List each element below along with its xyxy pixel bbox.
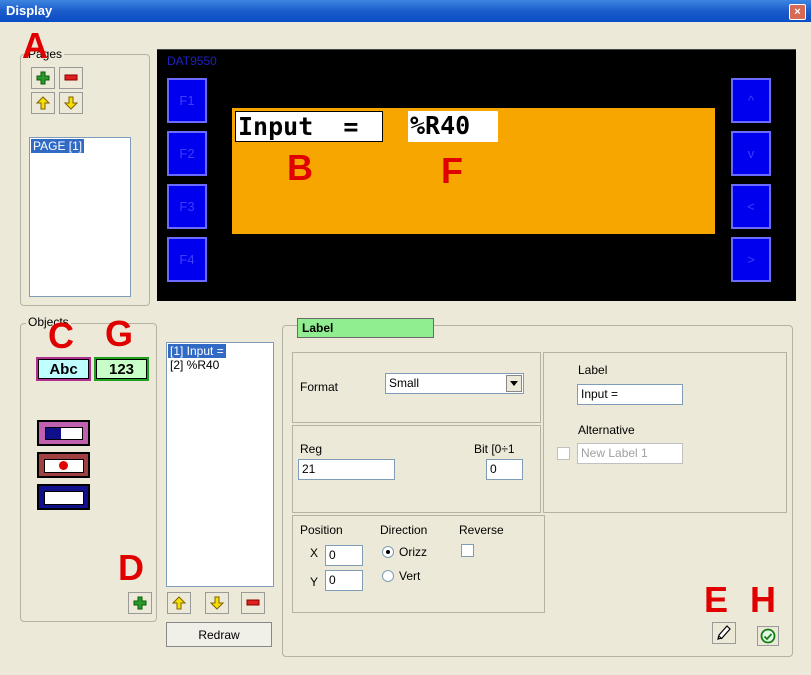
check-circle-icon — [760, 628, 776, 644]
format-select[interactable]: Small — [385, 373, 524, 394]
remove-page-button[interactable] — [59, 67, 83, 89]
orizz-radio[interactable] — [382, 546, 394, 558]
annotation-a: A — [22, 25, 48, 66]
lcd-key-f2[interactable]: F2 — [167, 131, 207, 176]
annotation-g: G — [105, 313, 134, 354]
lcd-key-down[interactable]: v — [731, 131, 771, 176]
y-label: Y — [310, 575, 319, 589]
add-text-object-button[interactable]: Abc — [36, 357, 91, 381]
add-bargraph-button[interactable] — [37, 420, 90, 446]
lcd-key-right[interactable]: > — [731, 237, 771, 282]
bit-label: Bit [0÷1 — [474, 442, 515, 456]
pencil-icon — [717, 625, 731, 640]
confirm-button[interactable] — [757, 626, 779, 646]
add-number-object-button[interactable]: 123 — [94, 357, 149, 381]
reverse-checkbox[interactable] — [461, 544, 474, 557]
list-item[interactable]: [2] %R40 — [168, 358, 272, 372]
annotation-c: C — [48, 315, 74, 356]
orizz-label: Orizz — [399, 545, 427, 559]
lcd-key-left[interactable]: < — [731, 184, 771, 229]
arrow-up-icon — [172, 596, 186, 610]
edit-button[interactable] — [712, 622, 736, 644]
annotation-d: D — [118, 547, 144, 588]
led-icon — [44, 459, 84, 473]
title-bar: Display × — [0, 0, 811, 22]
move-page-up-button[interactable] — [31, 92, 55, 114]
chevron-down-icon[interactable] — [506, 375, 522, 392]
remove-object-button[interactable] — [241, 592, 265, 614]
lcd-label-text: Input = — [238, 112, 359, 141]
lcd-model-label: DAT9550 — [167, 54, 217, 68]
vert-label: Vert — [399, 569, 421, 583]
plus-icon — [36, 71, 50, 85]
direction-label: Direction — [380, 523, 428, 537]
lcd-value-element[interactable]: %R40 — [408, 111, 498, 142]
move-object-up-button[interactable] — [167, 592, 191, 614]
position-label: Position — [300, 523, 343, 537]
minus-icon — [246, 599, 260, 606]
number-label: 123 — [108, 361, 135, 378]
vert-radio[interactable] — [382, 570, 394, 582]
close-button[interactable]: × — [789, 4, 806, 20]
alternative-label: Alternative — [578, 423, 635, 437]
lcd-key-f1[interactable]: F1 — [167, 78, 207, 123]
list-item[interactable]: [1] Input = — [168, 344, 226, 358]
label-label: Label — [578, 363, 608, 377]
arrow-down-icon — [210, 596, 224, 610]
lcd-key-f3[interactable]: F3 — [167, 184, 207, 229]
minus-icon — [64, 74, 78, 81]
lcd-key-f4[interactable]: F4 — [167, 237, 207, 282]
alternative-input[interactable]: New Label 1 — [577, 443, 683, 464]
lcd-top-line — [157, 49, 796, 55]
lcd-key-up[interactable]: ^ — [731, 78, 771, 123]
abc-label: Abc — [49, 361, 78, 378]
add-object-button[interactable] — [128, 592, 152, 614]
objects-list[interactable]: [1] Input = [2] %R40 — [166, 342, 274, 587]
lcd-value-text: %R40 — [410, 111, 471, 140]
add-frame-button[interactable] — [37, 484, 90, 510]
bargraph-icon — [45, 427, 83, 440]
reg-label: Reg — [300, 442, 323, 456]
arrow-down-icon — [64, 96, 78, 110]
window-title: Display — [6, 3, 53, 18]
annotation-h: H — [750, 579, 776, 620]
annotation-b: B — [287, 147, 313, 188]
properties-header: Label — [297, 318, 434, 338]
reg-input[interactable]: 21 — [298, 459, 395, 480]
redraw-label: Redraw — [198, 627, 240, 642]
lcd-label-element[interactable]: Input = — [235, 111, 383, 142]
add-led-button[interactable] — [37, 452, 90, 478]
x-input[interactable]: 0 — [325, 545, 363, 566]
annotation-f: F — [441, 150, 463, 191]
plus-icon — [133, 596, 147, 610]
add-page-button[interactable] — [31, 67, 55, 89]
list-item[interactable]: PAGE [1] — [31, 139, 85, 153]
pages-list[interactable]: PAGE [1] — [29, 137, 131, 297]
reverse-label: Reverse — [459, 523, 504, 537]
arrow-up-icon — [36, 96, 50, 110]
alternative-checkbox[interactable] — [557, 447, 570, 460]
label-input[interactable]: Input = — [577, 384, 683, 405]
annotation-e: E — [704, 579, 729, 620]
redraw-button[interactable]: Redraw — [166, 622, 272, 647]
properties-header-label: Label — [302, 321, 334, 335]
format-label: Format — [300, 380, 339, 394]
y-input[interactable]: 0 — [325, 570, 363, 591]
frame-icon — [44, 491, 84, 505]
move-page-down-button[interactable] — [59, 92, 83, 114]
move-object-down-button[interactable] — [205, 592, 229, 614]
bit-input[interactable]: 0 — [486, 459, 523, 480]
x-label: X — [310, 546, 319, 560]
